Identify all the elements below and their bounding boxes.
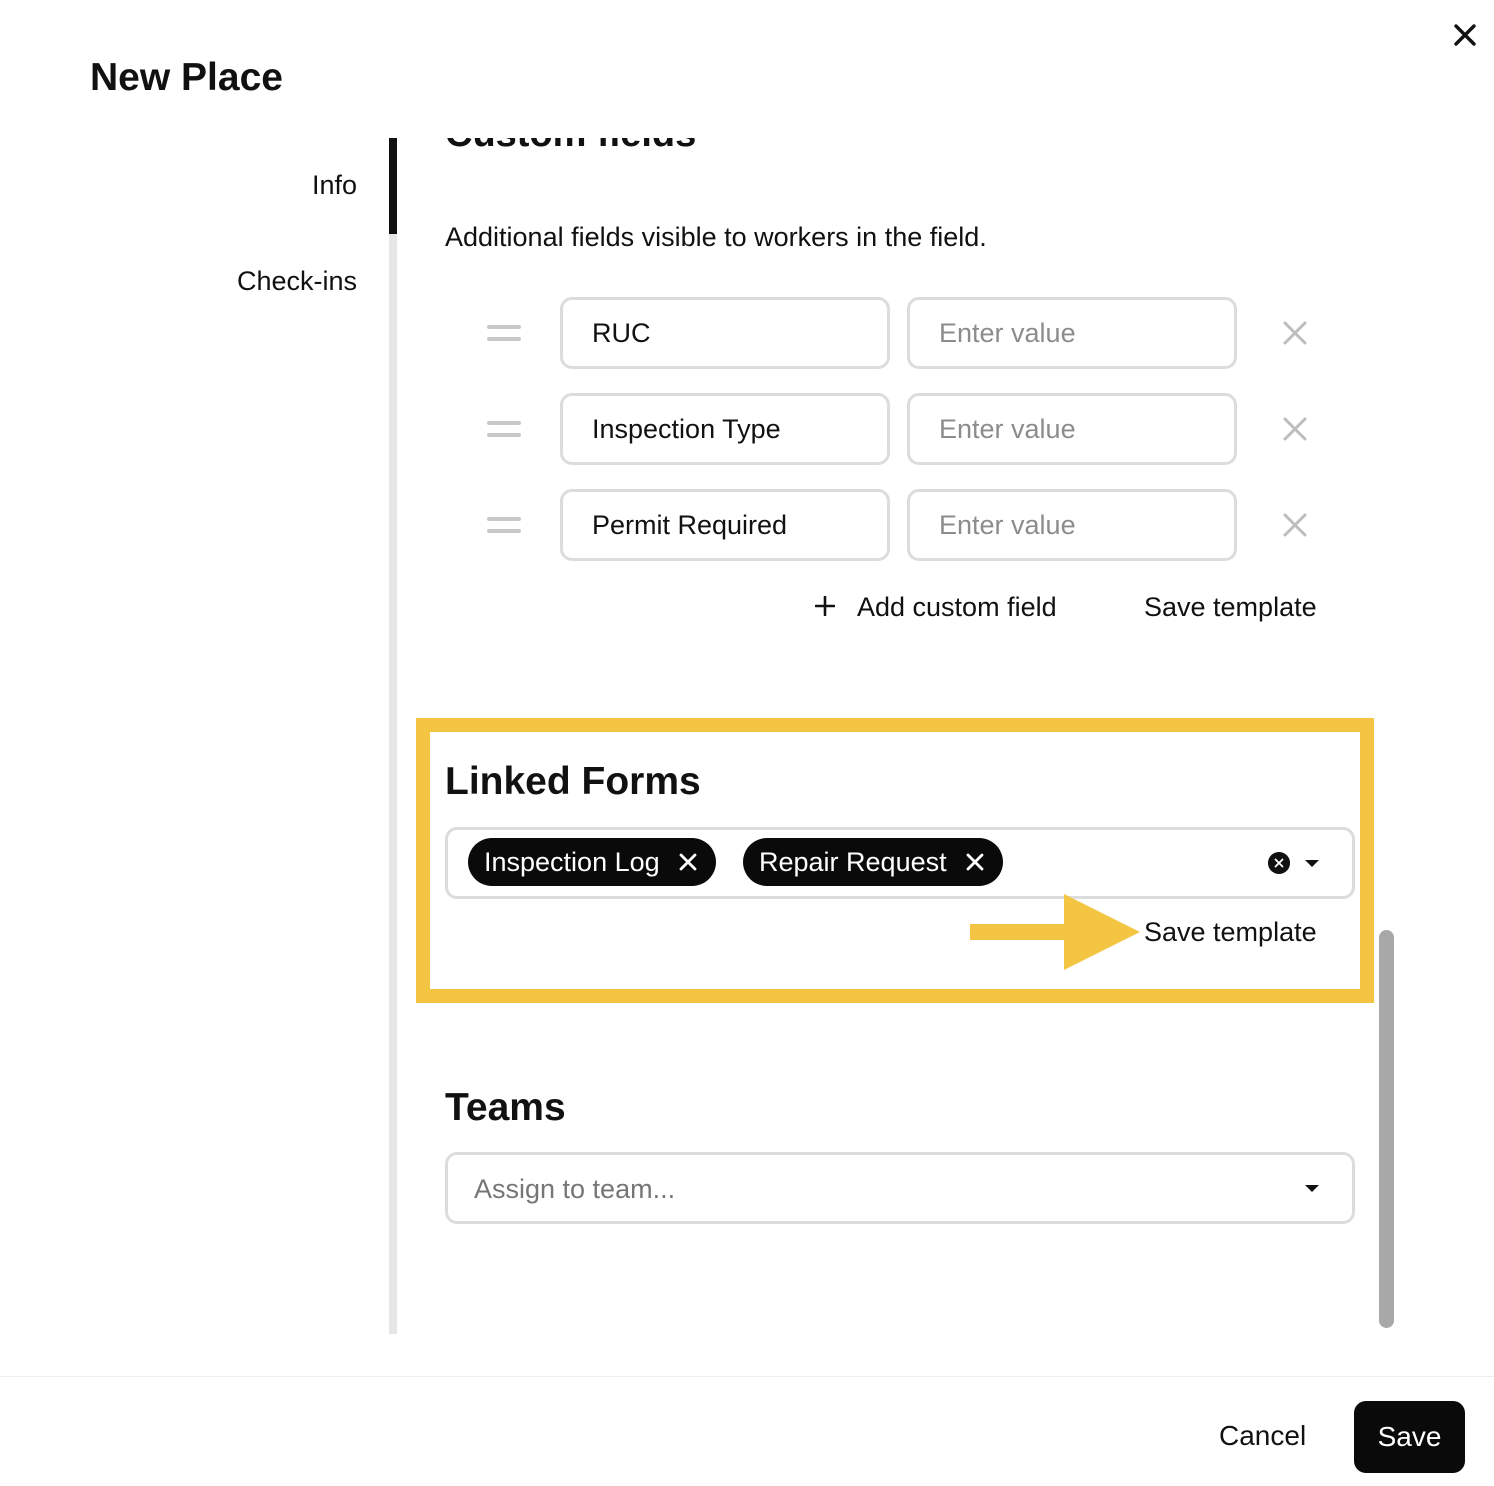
drag-handle-icon[interactable] <box>487 517 521 535</box>
content-scroll-area: Custom fields Additional fields visible … <box>397 138 1397 1334</box>
save-button[interactable]: Save <box>1354 1401 1465 1473</box>
custom-field-value-input[interactable] <box>907 297 1237 369</box>
linked-forms-select[interactable]: Inspection Log Repair Request <box>445 827 1355 899</box>
form-chip: Repair Request <box>743 838 1003 886</box>
teams-heading: Teams <box>445 1086 566 1129</box>
nav-rail <box>389 138 397 1334</box>
remove-field-icon[interactable] <box>1281 319 1309 347</box>
cancel-button[interactable]: Cancel <box>1219 1420 1306 1452</box>
custom-field-name-input[interactable] <box>560 489 890 561</box>
team-select[interactable]: Assign to team... <box>445 1152 1355 1224</box>
custom-field-name-input[interactable] <box>560 297 890 369</box>
custom-field-name-input[interactable] <box>560 393 890 465</box>
form-chip-label: Inspection Log <box>484 846 660 877</box>
footer-divider <box>0 1376 1494 1377</box>
close-icon <box>1454 24 1476 46</box>
chevron-down-icon[interactable] <box>1305 1185 1319 1192</box>
custom-fields-heading: Custom fields <box>445 138 696 156</box>
remove-chip-icon[interactable] <box>678 852 698 872</box>
remove-field-icon[interactable] <box>1281 511 1309 539</box>
nav-active-indicator <box>389 138 397 234</box>
nav-item-info[interactable]: Info <box>312 170 357 201</box>
custom-fields-description: Additional fields visible to workers in … <box>445 222 987 252</box>
custom-field-row <box>397 393 1397 465</box>
custom-field-row <box>397 297 1397 369</box>
add-custom-field-button[interactable]: Add custom field <box>857 592 1057 623</box>
linked-forms-heading: Linked Forms <box>445 760 701 803</box>
save-template-button[interactable]: Save template <box>1144 592 1317 623</box>
drag-handle-icon[interactable] <box>487 421 521 439</box>
nav-item-check-ins[interactable]: Check-ins <box>237 266 357 297</box>
arrow-right-icon <box>970 894 1140 970</box>
close-button[interactable] <box>1448 18 1482 52</box>
custom-field-value-input[interactable] <box>907 393 1237 465</box>
custom-field-value-input[interactable] <box>907 489 1237 561</box>
drag-handle-icon[interactable] <box>487 325 521 343</box>
dialog-title: New Place <box>90 56 283 99</box>
chevron-down-icon[interactable] <box>1305 860 1319 867</box>
save-linked-forms-template-button[interactable]: Save template <box>1144 917 1317 948</box>
custom-field-row <box>397 489 1397 561</box>
plus-icon[interactable] <box>815 596 835 616</box>
clear-selection-icon[interactable] <box>1268 852 1290 874</box>
remove-field-icon[interactable] <box>1281 415 1309 443</box>
form-chip-label: Repair Request <box>759 846 947 877</box>
form-chip: Inspection Log <box>468 838 716 886</box>
team-select-placeholder: Assign to team... <box>474 1174 676 1204</box>
remove-chip-icon[interactable] <box>965 852 985 872</box>
scrollbar-thumb[interactable] <box>1379 930 1394 1328</box>
